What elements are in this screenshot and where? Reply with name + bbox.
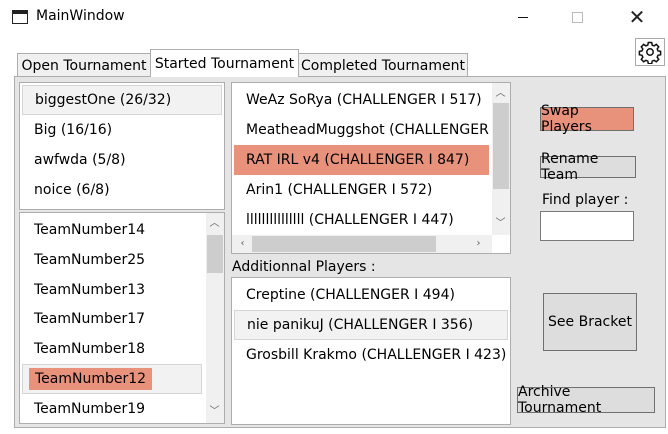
close-icon: ✕ xyxy=(628,5,646,29)
additional-player-item[interactable]: Grosbill Krakmo (CHALLENGER I 423) xyxy=(234,340,508,370)
additional-players-label: Additionnal Players : xyxy=(232,259,376,275)
additional-player-item[interactable]: nie panikuJ (CHALLENGER I 356) xyxy=(234,310,508,340)
player-list-vscrollbar[interactable]: ︿ ﹀ xyxy=(492,83,510,235)
app-window-icon xyxy=(12,10,28,24)
tournament-item[interactable]: Big (16/16) xyxy=(22,115,222,145)
scroll-thumb[interactable] xyxy=(207,235,223,273)
swap-players-button[interactable]: Swap Players xyxy=(540,103,634,135)
archive-tournament-button[interactable]: Archive Tournament xyxy=(517,384,655,416)
scroll-down-icon[interactable]: ﹀ xyxy=(492,217,509,231)
player-item-selected[interactable]: RAT IRL v4 (CHALLENGER I 847) xyxy=(234,145,489,175)
gear-icon xyxy=(638,41,662,64)
team-item[interactable]: TeamNumber18 xyxy=(22,334,202,364)
close-button[interactable]: ✕ xyxy=(614,0,660,34)
tab-open-tournament[interactable]: Open Tournament xyxy=(17,53,151,77)
team-item[interactable]: TeamNumber17 xyxy=(22,304,202,334)
player-item[interactable]: WeAz SoRya (CHALLENGER I 517) xyxy=(234,85,489,115)
player-item[interactable]: lllllllllllllll (CHALLENGER I 447) xyxy=(234,205,489,235)
find-player-input[interactable] xyxy=(540,211,634,241)
team-item[interactable]: TeamNumber19 xyxy=(22,394,202,423)
tournament-item[interactable]: noice (6/8) xyxy=(22,175,222,205)
tab-panel: biggestOne (26/32) Big (16/16) awfwda (5… xyxy=(14,76,666,428)
scroll-up-icon[interactable]: ︿ xyxy=(206,217,223,231)
tournament-item[interactable]: awfwda (5/8) xyxy=(22,145,222,175)
scroll-right-icon[interactable]: › xyxy=(470,237,487,251)
see-bracket-button[interactable]: See Bracket xyxy=(543,293,637,351)
window-title: MainWindow xyxy=(36,8,125,24)
settings-button[interactable] xyxy=(635,38,665,66)
tournament-list[interactable]: biggestOne (26/32) Big (16/16) awfwda (5… xyxy=(19,82,225,210)
scroll-left-icon[interactable]: ‹ xyxy=(234,237,251,251)
scroll-thumb[interactable] xyxy=(252,236,436,252)
scroll-up-icon[interactable]: ︿ xyxy=(492,87,509,101)
team-item[interactable]: TeamNumber25 xyxy=(22,245,202,275)
team-player-list[interactable]: WeAz SoRya (CHALLENGER I 517) MeatheadMu… xyxy=(231,82,511,254)
additional-player-list[interactable]: Creptine (CHALLENGER I 494) nie panikuJ … xyxy=(231,277,511,425)
minimize-button[interactable] xyxy=(500,0,546,34)
title-bar: MainWindow ✕ xyxy=(0,0,668,36)
team-item[interactable]: TeamNumber13 xyxy=(22,275,202,305)
player-item[interactable]: Arin1 (CHALLENGER I 572) xyxy=(234,175,489,205)
team-list[interactable]: TeamNumber14 TeamNumber25 TeamNumber13 T… xyxy=(19,212,225,424)
scroll-down-icon[interactable]: ﹀ xyxy=(206,405,223,419)
scroll-thumb[interactable] xyxy=(493,103,509,189)
tab-started-tournament[interactable]: Started Tournament xyxy=(150,49,299,77)
additional-player-item[interactable]: Creptine (CHALLENGER I 494) xyxy=(234,280,508,310)
rename-team-button[interactable]: Rename Team xyxy=(540,151,636,183)
maximize-button[interactable] xyxy=(554,0,600,34)
tournament-item[interactable]: biggestOne (26/32) xyxy=(22,85,222,115)
team-item[interactable]: TeamNumber14 xyxy=(22,215,202,245)
team-list-scrollbar[interactable]: ︿ ﹀ xyxy=(206,213,224,423)
player-item[interactable]: MeatheadMuggshot (CHALLENGER I 614) xyxy=(234,115,489,145)
player-list-hscrollbar[interactable]: ‹ › xyxy=(232,235,492,253)
team-item-selected[interactable]: TeamNumber12 xyxy=(22,364,202,394)
find-player-label: Find player : xyxy=(542,192,629,208)
tab-completed-tournament[interactable]: Completed Tournament xyxy=(298,53,468,77)
